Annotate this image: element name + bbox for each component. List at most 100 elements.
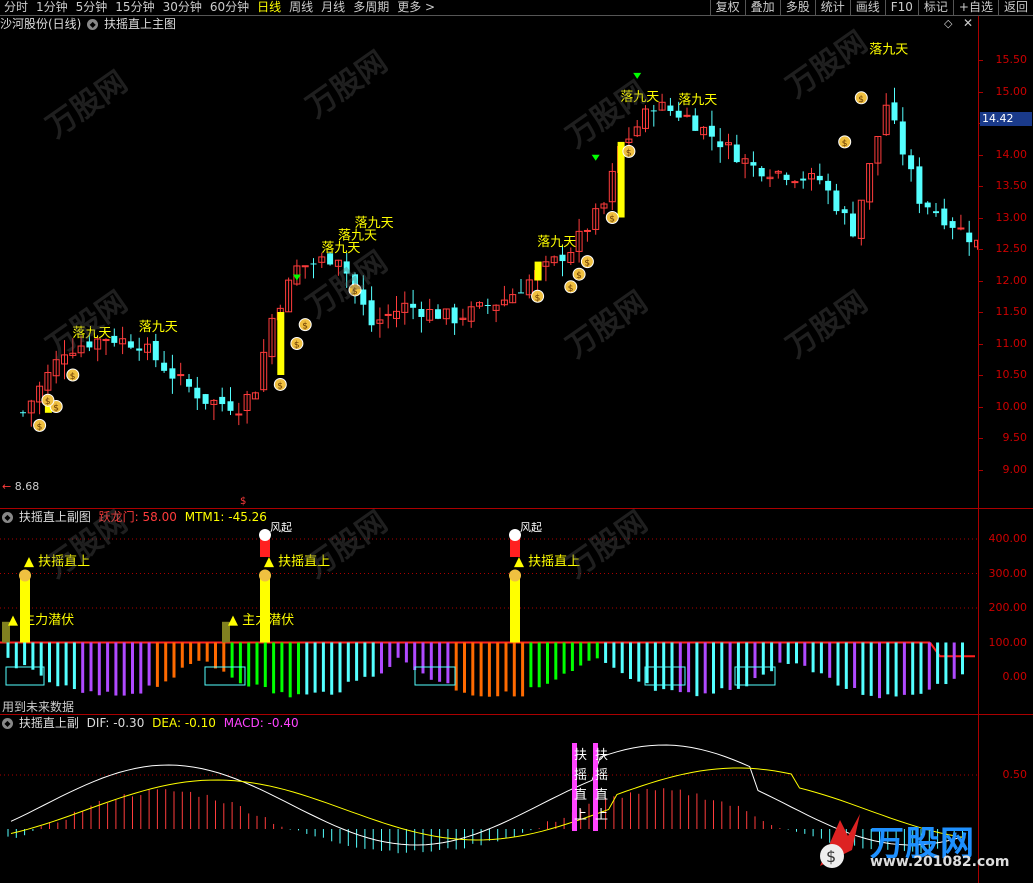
period-tab-5[interactable]: 60分钟 (206, 0, 253, 16)
candle-body-down (966, 232, 973, 243)
candle-body-up (384, 313, 392, 316)
candle-body-up (583, 229, 591, 232)
money-bag-symbol: $ (70, 372, 76, 382)
period-tab-4[interactable]: 30分钟 (159, 0, 206, 16)
price-tick-label: 9.00 (1002, 462, 1028, 476)
candle-body-down (418, 309, 425, 317)
sub-tick-label: 300.00 (988, 566, 1028, 580)
candle-body-up (791, 181, 799, 184)
signal-label-text: 落九天 (678, 93, 717, 108)
main-price-axis: 15.5015.0014.5014.0013.5013.0012.5012.00… (978, 16, 1033, 508)
period-tab-2[interactable]: 5分钟 (72, 0, 112, 16)
candle-body-down (136, 348, 143, 351)
period-tab-10[interactable]: 更多 > (393, 0, 439, 16)
vertical-signal-char: 直 (574, 788, 587, 803)
candle-body-down (733, 144, 740, 163)
candle-body-down (800, 178, 807, 181)
price-tick-label: 12.00 (995, 273, 1028, 287)
money-bag-symbol: $ (37, 422, 43, 432)
toolbar-button-8[interactable]: 返回 (997, 0, 1033, 16)
money-bag-symbol: $ (584, 259, 590, 269)
price-tick (979, 217, 983, 219)
candle-body-down (758, 168, 765, 177)
candle-body-down (924, 202, 931, 208)
candle-body-up (957, 227, 965, 230)
candle-body-down (435, 309, 441, 319)
candle-body-down (202, 394, 209, 404)
sub-tick-label: 200.00 (988, 601, 1028, 614)
money-bag-symbol: $ (45, 397, 51, 407)
price-tick (979, 343, 983, 345)
candle-body-down (161, 362, 168, 371)
candle-body-up (177, 374, 185, 377)
vertical-signal-char: 上 (595, 808, 608, 823)
price-tick (979, 154, 983, 156)
money-bag-symbol: $ (842, 139, 848, 149)
toolbar-button-3[interactable]: 统计 (814, 0, 850, 16)
period-tab-3[interactable]: 15分钟 (111, 0, 158, 16)
toolbar-button-0[interactable]: 复权 (709, 0, 745, 16)
toolbar-button-1[interactable]: 叠加 (744, 0, 780, 16)
sub-indicator-chart[interactable]: ▲ 扶摇直上 ▲ 扶摇直上 ▲ 扶摇直上 风起 风起 ▲ 主力潜伏 ▲ 主力潜伏 (0, 509, 978, 714)
period-tab-6[interactable]: 日线 (253, 0, 285, 16)
down-arrow-icon (633, 72, 642, 79)
candle-body-down (111, 335, 118, 343)
future-data-note: 用到未来数据 (2, 700, 75, 714)
money-bag-icon (509, 569, 521, 582)
toolbar-button-5[interactable]: F10 (884, 0, 918, 16)
signal-up-label: ▲ 扶摇直上 (24, 555, 90, 570)
vertical-signal-char: 上 (574, 808, 587, 823)
period-tab-1[interactable]: 1分钟 (32, 0, 72, 16)
signal-bar (277, 312, 285, 375)
signal-label-text: 落九天 (355, 216, 394, 231)
period-tab-7[interactable]: 周线 (285, 0, 317, 16)
candle-body-down (717, 141, 724, 148)
wind-label: 风起 (520, 521, 542, 534)
money-bag-symbol: $ (535, 293, 541, 303)
zone-box (5, 666, 45, 686)
toolbar-button-2[interactable]: 多股 (779, 0, 815, 16)
candle-body-down (219, 396, 226, 405)
candle-body-down (692, 115, 699, 131)
candle-body-down (451, 307, 458, 324)
price-tick (979, 375, 983, 376)
period-tab-9[interactable]: 多周期 (349, 0, 393, 16)
main-force-label: ▲ 主力潜伏 (8, 613, 74, 628)
main-candlestick-chart[interactable]: $$$$$$$$$$$$$$$$落九天 落九天落九天落九天落九天落九天落九天 落九天… (0, 16, 978, 508)
price-tick-label: 15.50 (995, 53, 1028, 66)
toolbar-button-7[interactable]: +自选 (952, 0, 998, 16)
down-arrow-icon (591, 154, 600, 161)
candle-body-down (152, 341, 159, 361)
vertical-signal-char: 扶 (595, 748, 608, 763)
candle-body-down (708, 125, 715, 137)
candle-body-down (310, 263, 317, 265)
logo-url-text: www.201082.com (870, 854, 1010, 870)
money-bag-symbol: $ (352, 287, 358, 297)
money-bag-symbol: $ (302, 322, 308, 332)
signal-label-text: 落九天 (139, 320, 178, 335)
candle-body-up (683, 114, 691, 117)
current-price-tag: 14.42 (980, 112, 1032, 126)
price-tick (979, 91, 983, 93)
period-tab-0[interactable]: 分时 (0, 0, 32, 16)
vertical-signal-char: 扶 (574, 748, 587, 763)
signal-label-text: 落九天 (869, 43, 908, 58)
sub-tick-label: 0.00 (1002, 670, 1028, 683)
price-tick-label: 11.00 (995, 336, 1028, 350)
signal-label-text: 落九天 (537, 235, 576, 250)
price-tick (979, 312, 983, 313)
signal-column (510, 573, 520, 643)
main-chart-panel: 沙河股份(日线) ◆ 扶摇直上主图 ◇ ✕ $ $ $ $ $ $ $ $ $ $ $ $ $ $ $ $ 落九… (0, 16, 1033, 508)
sub-value-axis: 400.00 300.00 200.00 100.00 0.00 (978, 509, 1033, 714)
toolbar-button-4[interactable]: 画线 (849, 0, 885, 16)
price-tick (979, 280, 983, 282)
signal-column (260, 573, 270, 643)
price-tick-label: 10.50 (995, 368, 1028, 381)
candle-body-down (908, 155, 915, 170)
price-tick-label: 13.50 (995, 179, 1028, 192)
candle-body-down (368, 300, 375, 326)
money-bag-symbol: $ (277, 381, 283, 391)
period-tab-8[interactable]: 月线 (317, 0, 349, 16)
price-tick (979, 438, 983, 439)
toolbar-button-6[interactable]: 标记 (917, 0, 953, 16)
